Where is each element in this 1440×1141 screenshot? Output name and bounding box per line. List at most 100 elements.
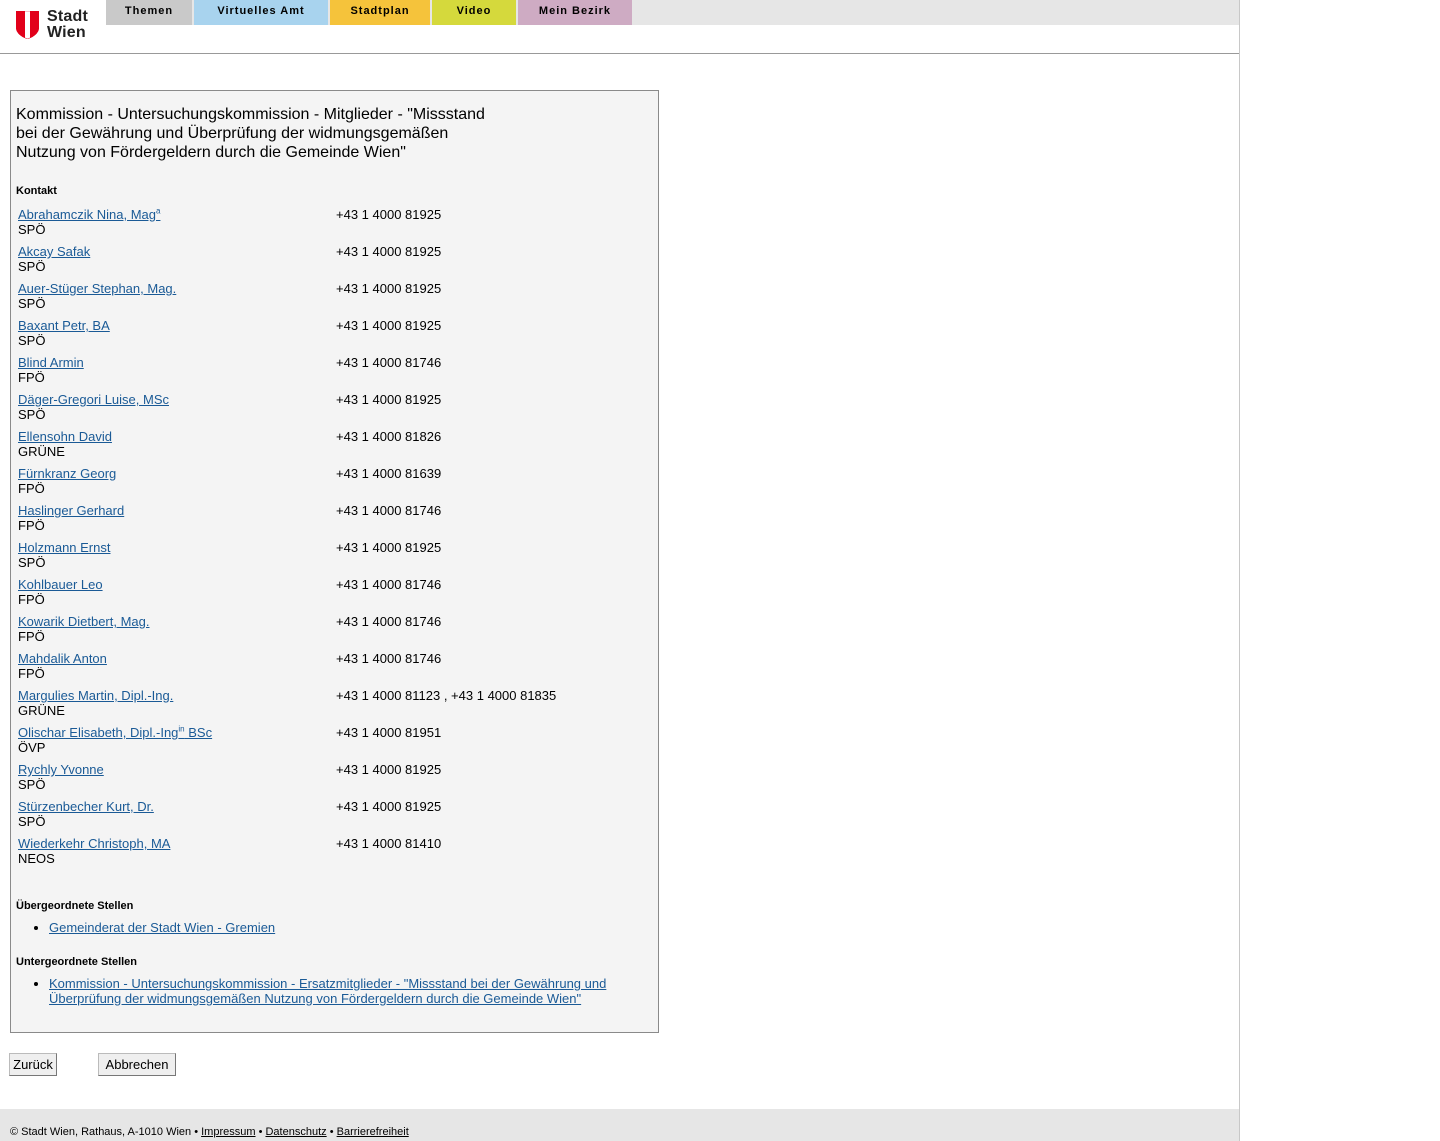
member-name-link[interactable]: Haslinger Gerhard <box>18 503 124 518</box>
member-name-link[interactable]: Ellensohn David <box>18 429 112 444</box>
member-name: Holzmann Ernst <box>18 540 111 555</box>
nav-tab-mein-bezirk[interactable]: Mein Bezirk <box>518 0 632 25</box>
member-party: SPÖ <box>18 333 46 348</box>
member-phone: +43 1 4000 81925 <box>336 799 442 814</box>
separator: • <box>191 1126 202 1138</box>
member-name-link[interactable]: Fürnkranz Georg <box>18 466 116 481</box>
nav-tab-video[interactable]: Video <box>432 0 516 25</box>
member-name: Olischar Elisabeth, Dipl.-Ing <box>18 725 179 740</box>
member-party: ÖVP <box>18 740 46 755</box>
list-item: Gemeinderat der Stadt Wien - Gremien <box>49 920 629 935</box>
member-party: GRÜNE <box>18 703 65 718</box>
member-name-link[interactable]: Stürzenbecher Kurt, Dr. <box>18 799 154 814</box>
member-name-link[interactable]: Akcay Safak <box>18 244 90 259</box>
member-name: Wiederkehr Christoph, MA <box>18 836 171 851</box>
member-phone: +43 1 4000 81410 <box>336 836 442 851</box>
wien-shield-icon <box>16 11 39 39</box>
member-party: SPÖ <box>18 407 46 422</box>
member-name-link[interactable]: Margulies Martin, Dipl.-Ing. <box>18 688 173 703</box>
member-name-link[interactable]: Mahdalik Anton <box>18 651 107 666</box>
member-row: Däger-Gregori Luise, MSc SPÖ +43 1 4000 81… <box>18 392 648 429</box>
member-name-suffix: BSc <box>184 725 213 740</box>
member-name-link[interactable]: Auer-Stüger Stephan, Mag. <box>18 281 176 296</box>
member-name-link[interactable]: Abrahamczik Nina, Maga <box>18 207 160 222</box>
member-row: Fürnkranz Georg FPÖ +43 1 4000 81639 <box>18 466 648 503</box>
member-name: Rychly Yvonne <box>18 762 104 777</box>
nav-tab-stadtplan[interactable]: Stadtplan <box>330 0 430 25</box>
datenschutz-link[interactable]: Datenschutz <box>265 1126 326 1138</box>
member-name-link[interactable]: Kowarik Dietbert, Mag. <box>18 614 150 629</box>
separator: • <box>326 1126 337 1138</box>
member-name-link[interactable]: Däger-Gregori Luise, MSc <box>18 392 169 407</box>
member-name: Akcay Safak <box>18 244 91 259</box>
member-phone: +43 1 4000 81639 <box>336 466 442 481</box>
member-name: Auer-Stüger Stephan, Mag. <box>18 281 177 296</box>
member-name: Fürnkranz Georg <box>18 466 117 481</box>
parent-link-list: Gemeinderat der Stadt Wien - Gremien <box>16 920 629 935</box>
title-line: bei der Gewährung und Überprüfung der wi… <box>16 125 449 142</box>
member-phone: +43 1 4000 81746 <box>336 614 442 629</box>
member-name-link[interactable]: Kohlbauer Leo <box>18 577 103 592</box>
header: Stadt Wien Themen Virtuelles Amt Stadtpl… <box>0 0 1239 54</box>
member-phone: +43 1 4000 81746 <box>336 355 442 370</box>
member-row: Haslinger Gerhard FPÖ +43 1 4000 81746 <box>18 503 648 540</box>
brand-line1: Stadt <box>47 8 88 25</box>
child-link[interactable]: Kommission - Untersuchungskommission - E… <box>49 976 606 1006</box>
separator: • <box>255 1126 266 1138</box>
member-phone: +43 1 4000 81925 <box>336 762 442 777</box>
title-line: Kommission - Untersuchungskommission - M… <box>16 106 485 123</box>
back-button[interactable]: Zurück <box>9 1053 57 1076</box>
member-name-link[interactable]: Holzmann Ernst <box>18 540 110 555</box>
commission-panel: Kommission - Untersuchungskommission - M… <box>10 90 659 1033</box>
member-phone: +43 1 4000 81925 <box>336 281 442 296</box>
barrierefreiheit-link[interactable]: Barrierefreiheit <box>337 1126 409 1138</box>
footer: © Stadt Wien, Rathaus, A-1010 Wien • Imp… <box>0 1109 1239 1141</box>
member-name-link[interactable]: Wiederkehr Christoph, MA <box>18 836 170 851</box>
member-row: Abrahamczik Nina, Maga SPÖ +43 1 4000 8192… <box>18 207 648 244</box>
nav-tab-themen[interactable]: Themen <box>106 0 192 25</box>
nav-tab-virtuelles-amt[interactable]: Virtuelles Amt <box>194 0 328 25</box>
title-line: Nutzung von Fördergeldern durch die Geme… <box>16 144 406 161</box>
member-party: GRÜNE <box>18 444 65 459</box>
member-name-link[interactable]: Rychly Yvonne <box>18 762 104 777</box>
member-phone: +43 1 4000 81746 <box>336 503 442 518</box>
member-phone: +43 1 4000 81826 <box>336 429 442 444</box>
member-party: FPÖ <box>18 666 45 681</box>
member-party: NEOS <box>18 851 55 866</box>
member-phone: +43 1 4000 81925 <box>336 318 442 333</box>
member-row: Holzmann Ernst SPÖ +43 1 4000 81925 <box>18 540 648 577</box>
member-name-link[interactable]: Olischar Elisabeth, Dipl.-Ingin BSc <box>18 725 212 740</box>
member-name-link[interactable]: Baxant Petr, BA <box>18 318 110 333</box>
member-row: Mahdalik Anton FPÖ +43 1 4000 81746 <box>18 651 648 688</box>
member-row: Baxant Petr, BA SPÖ +43 1 4000 81925 <box>18 318 648 355</box>
child-link-list: Kommission - Untersuchungskommission - E… <box>16 976 629 1006</box>
member-row: Margulies Martin, Dipl.-Ing. GRÜNE +43 1 4… <box>18 688 648 725</box>
member-party: SPÖ <box>18 296 46 311</box>
impressum-link[interactable]: Impressum <box>201 1126 255 1138</box>
parent-link[interactable]: Gemeinderat der Stadt Wien - Gremien <box>49 920 275 935</box>
member-phone: +43 1 4000 81746 <box>336 651 442 666</box>
member-name: Kowarik Dietbert, Mag. <box>18 614 150 629</box>
member-name: Mahdalik Anton <box>18 651 107 666</box>
member-phone: +43 1 4000 81925 <box>336 392 442 407</box>
member-name: Stürzenbecher Kurt, Dr. <box>18 799 154 814</box>
member-phone: +43 1 4000 81925 <box>336 207 442 222</box>
footer-text: © Stadt Wien, Rathaus, A-1010 Wien • Imp… <box>10 1126 409 1138</box>
member-phone: +43 1 4000 81746 <box>336 577 442 592</box>
member-party: FPÖ <box>18 370 45 385</box>
member-row: Rychly Yvonne SPÖ +43 1 4000 81925 <box>18 762 648 799</box>
page-title: Kommission - Untersuchungskommission - M… <box>16 105 496 162</box>
member-name: Kohlbauer Leo <box>18 577 103 592</box>
member-party: FPÖ <box>18 518 45 533</box>
member-row: Kohlbauer Leo FPÖ +43 1 4000 81746 <box>18 577 648 614</box>
member-row: Kowarik Dietbert, Mag. FPÖ +43 1 4000 8174… <box>18 614 648 651</box>
cancel-button[interactable]: Abbrechen <box>98 1053 176 1076</box>
member-row: Olischar Elisabeth, Dipl.-Ingin BSc ÖVP +4… <box>18 725 648 762</box>
stadt-wien-logo[interactable]: Stadt Wien <box>16 9 96 43</box>
member-party: FPÖ <box>18 629 45 644</box>
member-party: SPÖ <box>18 555 46 570</box>
parent-heading: Übergeordnete Stellen <box>16 900 134 912</box>
member-row: Blind Armin FPÖ +43 1 4000 81746 <box>18 355 648 392</box>
member-party: FPÖ <box>18 592 45 607</box>
member-name-link[interactable]: Blind Armin <box>18 355 84 370</box>
